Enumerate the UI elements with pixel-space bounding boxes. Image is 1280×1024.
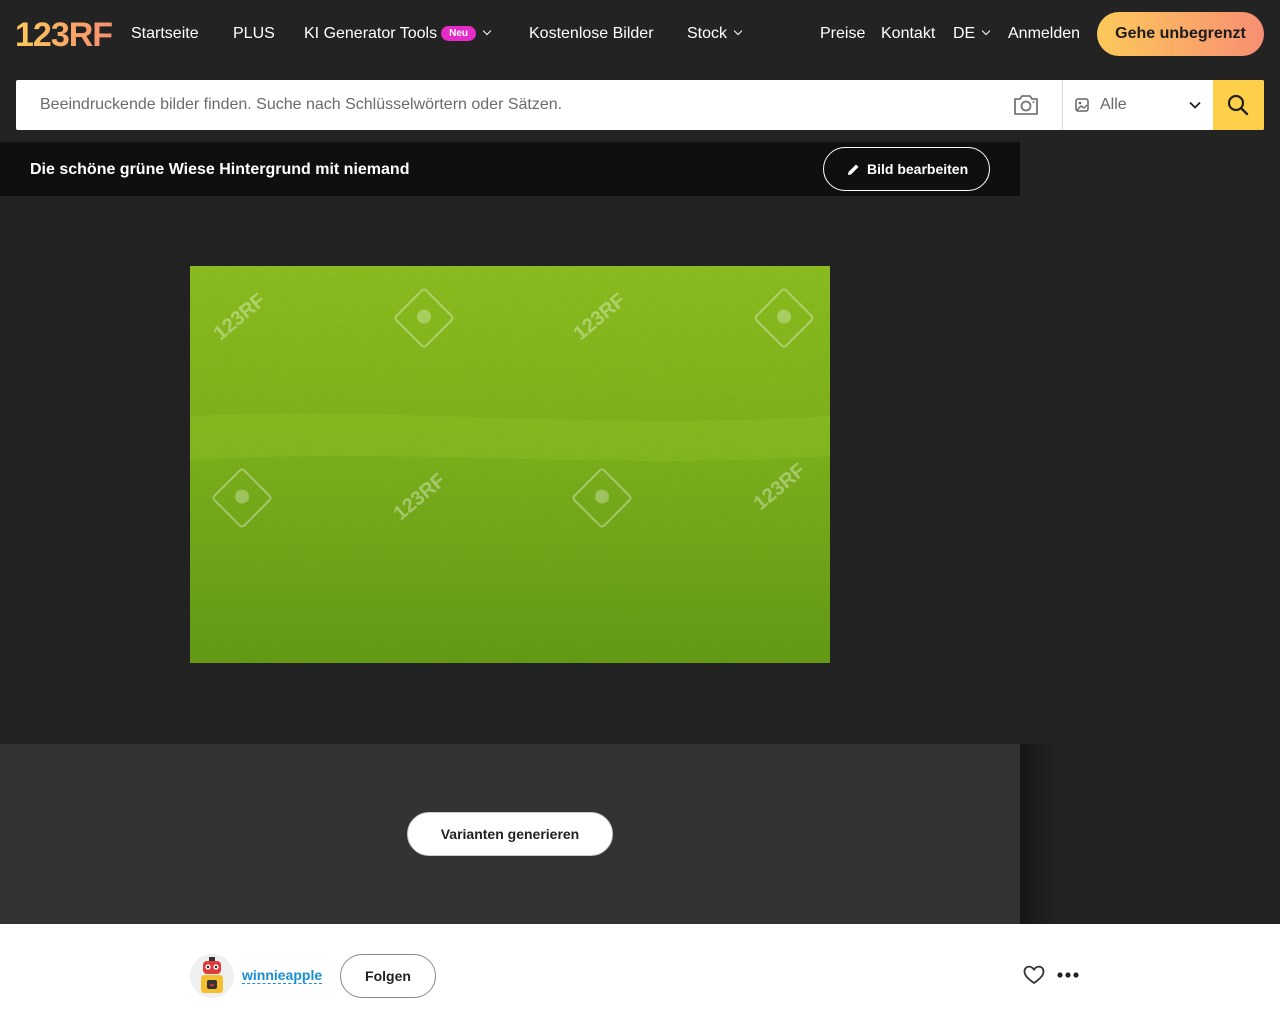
grass-photo[interactable]: 123RF 123RF 123RF 123RF	[190, 266, 830, 663]
go-unlimited-button[interactable]: Gehe unbegrenzt	[1097, 12, 1264, 56]
chevron-down-icon	[482, 26, 492, 36]
heart-icon[interactable]	[1023, 965, 1045, 985]
nav-login-label: Anmelden	[1008, 25, 1081, 42]
nav-pricing-label: Preise	[820, 25, 866, 42]
nav-ai-generator-tools[interactable]: KI Generator Tools Neu	[304, 24, 492, 44]
grass-image	[190, 266, 830, 663]
123rf-logo[interactable]: 123RF	[15, 18, 115, 50]
nav-plus-label: PLUS	[233, 25, 275, 42]
asset-type-select[interactable]: Alle	[1063, 80, 1213, 130]
edit-image-button[interactable]: Bild bearbeiten	[823, 147, 990, 191]
edit-image-label: Bild bearbeiten	[867, 161, 969, 177]
image-title-bar: Die schöne grüne Wiese Hintergrund mit n…	[0, 142, 1020, 196]
pencil-icon	[848, 164, 859, 175]
search-icon	[1227, 94, 1249, 116]
top-navigation: 123RF Startseite PLUS KI Generator Tools…	[0, 0, 1280, 68]
panel-shadow	[1020, 744, 1060, 924]
camera-icon[interactable]	[1012, 93, 1040, 117]
nav-home-label: Startseite	[131, 25, 199, 42]
nav-stock[interactable]: Stock	[687, 24, 743, 44]
nav-free-images[interactable]: Kostenlose Bilder	[529, 24, 654, 44]
nav-free-images-label: Kostenlose Bilder	[529, 25, 654, 42]
search-input[interactable]	[16, 80, 1006, 130]
nav-plus[interactable]: PLUS	[233, 24, 275, 44]
generate-variants-button[interactable]: Varianten generieren	[407, 812, 613, 856]
avatar[interactable]	[190, 954, 234, 998]
search-bar: Alle	[16, 80, 1264, 130]
nav-contact-label: Kontakt	[881, 25, 936, 42]
variants-section: Varianten generieren	[0, 744, 1020, 924]
chevron-down-icon	[733, 26, 743, 36]
search-button[interactable]	[1213, 80, 1264, 130]
chevron-down-icon	[981, 26, 991, 36]
svg-text:123RF: 123RF	[15, 18, 112, 50]
language-label: DE	[953, 25, 976, 42]
nav-ai-tools-label: KI Generator Tools	[304, 25, 438, 42]
author-name-link[interactable]: winnieapple	[242, 967, 323, 984]
image-icon	[1075, 98, 1089, 112]
chevron-down-icon	[1189, 101, 1201, 109]
asset-type-label: Alle	[1100, 96, 1127, 113]
author-bar: winnieapple Folgen	[0, 924, 1280, 1024]
nav-login[interactable]: Anmelden	[1008, 24, 1080, 44]
image-title: Die schöne grüne Wiese Hintergrund mit n…	[30, 161, 410, 178]
nav-pricing[interactable]: Preise	[820, 24, 865, 44]
more-icon[interactable]	[1057, 967, 1079, 983]
nav-contact[interactable]: Kontakt	[881, 24, 935, 44]
nav-home[interactable]: Startseite	[131, 24, 199, 44]
nav-stock-label: Stock	[687, 25, 728, 42]
language-selector[interactable]: DE	[953, 24, 991, 44]
follow-button[interactable]: Folgen	[340, 954, 436, 998]
image-preview-area: 123RF 123RF 123RF 123RF	[0, 196, 1020, 744]
new-badge: Neu	[441, 26, 477, 41]
robot-avatar-icon	[201, 957, 223, 993]
